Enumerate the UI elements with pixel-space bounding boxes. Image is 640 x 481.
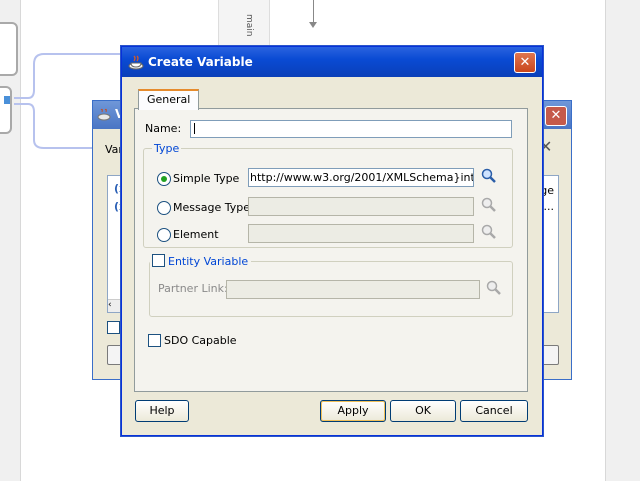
name-label-text: Name: bbox=[145, 122, 182, 135]
list-item: ... bbox=[543, 200, 555, 213]
sdo-capable-label[interactable]: SDO Capable bbox=[164, 334, 237, 347]
palette-strip-label: main bbox=[244, 14, 254, 37]
type-group: Type Simple Type http://www.w3.org/2001/… bbox=[143, 142, 513, 248]
text-caret bbox=[194, 123, 195, 134]
connection-port-icon bbox=[4, 96, 10, 104]
close-button[interactable]: ✕ bbox=[514, 52, 536, 73]
radio-selected-dot bbox=[161, 176, 167, 182]
simple-type-field[interactable]: http://www.w3.org/2001/XMLSchema}integer bbox=[248, 168, 474, 187]
process-node[interactable] bbox=[0, 86, 12, 134]
element-field bbox=[248, 224, 474, 243]
search-icon[interactable] bbox=[481, 168, 497, 184]
name-input[interactable] bbox=[190, 120, 512, 138]
simple-type-label[interactable]: Simple Type bbox=[173, 172, 239, 185]
cancel-button[interactable]: Cancel bbox=[460, 400, 528, 422]
flow-line bbox=[313, 0, 314, 22]
entity-variable-group: Entity Variable Partner Link: bbox=[149, 254, 513, 317]
message-type-field bbox=[248, 197, 474, 216]
close-icon[interactable]: ✕ bbox=[545, 106, 567, 126]
close-icon: ✕ bbox=[519, 55, 531, 70]
process-node[interactable] bbox=[0, 22, 18, 76]
search-icon bbox=[486, 280, 501, 295]
coffee-cup-icon bbox=[128, 55, 144, 70]
coffee-cup-icon bbox=[97, 108, 111, 121]
name-label: Name: bbox=[145, 122, 181, 135]
message-type-radio[interactable] bbox=[157, 201, 171, 215]
entity-variable-label[interactable]: Entity Variable bbox=[168, 255, 248, 268]
simple-type-radio[interactable] bbox=[157, 172, 171, 186]
create-variable-dialog: Create Variable ✕ General Name: Type Sim… bbox=[121, 46, 543, 436]
element-label[interactable]: Element bbox=[173, 228, 219, 241]
element-radio[interactable] bbox=[157, 228, 171, 242]
flow-arrow-icon bbox=[309, 22, 317, 28]
dialog-content: General Name: Type Simple Type http://ww… bbox=[134, 87, 528, 392]
entity-variable-legend: Entity Variable bbox=[150, 254, 252, 268]
dialog-title: Create Variable bbox=[148, 55, 253, 69]
dialog-titlebar: Create Variable ✕ bbox=[122, 47, 542, 77]
message-type-label[interactable]: Message Type bbox=[173, 201, 250, 214]
general-panel: Name: Type Simple Type http://www.w3.org… bbox=[134, 108, 528, 392]
help-button[interactable]: Help bbox=[135, 400, 189, 422]
simple-type-value: http://www.w3.org/2001/XMLSchema}integer bbox=[250, 171, 473, 184]
ok-button[interactable]: OK bbox=[390, 400, 456, 422]
sdo-capable-checkbox[interactable] bbox=[148, 334, 161, 347]
scroll-left-icon[interactable]: ‹ bbox=[108, 299, 120, 312]
partner-link-field bbox=[226, 280, 480, 299]
type-group-label: Type bbox=[152, 142, 182, 155]
entity-variable-checkbox[interactable] bbox=[152, 254, 165, 267]
search-icon bbox=[481, 197, 496, 212]
tab-general[interactable]: General bbox=[138, 89, 200, 110]
checkbox[interactable] bbox=[107, 321, 120, 334]
partner-link-label: Partner Link: bbox=[158, 282, 228, 295]
apply-button[interactable]: Apply bbox=[320, 400, 386, 422]
search-icon bbox=[481, 224, 496, 239]
